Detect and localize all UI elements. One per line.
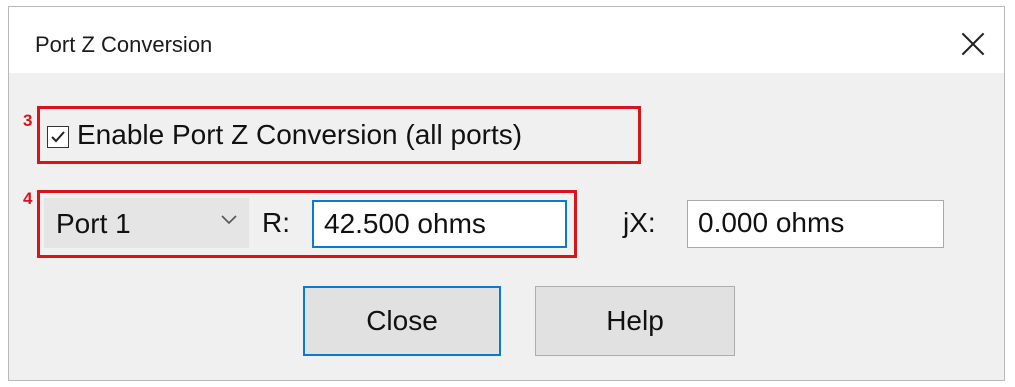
dialog-content: 3 Enable Port Z Conversion (all ports) 4… <box>9 73 1004 380</box>
r-label: R: <box>262 207 290 238</box>
help-button[interactable]: Help <box>535 286 735 356</box>
port-select-dropdown[interactable]: Port 1 <box>44 198 249 248</box>
annotation-marker-4: 4 <box>23 189 33 208</box>
dialog-title: Port Z Conversion <box>35 32 213 57</box>
port-z-conversion-dialog: Port Z Conversion 3 Enable Port Z Conver… <box>8 6 1005 381</box>
annotation-marker-3: 3 <box>23 111 33 130</box>
chevron-down-icon <box>221 215 237 225</box>
jx-value-input[interactable]: 0.000 ohms <box>687 200 944 248</box>
enable-port-z-checkbox[interactable] <box>47 126 69 148</box>
title-bar: Port Z Conversion <box>9 7 1004 73</box>
port-select-value: Port 1 <box>56 208 131 239</box>
jx-label: jX: <box>623 207 656 238</box>
enable-port-z-label[interactable]: Enable Port Z Conversion (all ports) <box>77 119 522 151</box>
close-icon[interactable] <box>956 27 990 61</box>
close-button[interactable]: Close <box>303 286 501 356</box>
checkmark-icon <box>51 131 65 143</box>
r-value-input[interactable]: 42.500 ohms <box>312 200 567 248</box>
